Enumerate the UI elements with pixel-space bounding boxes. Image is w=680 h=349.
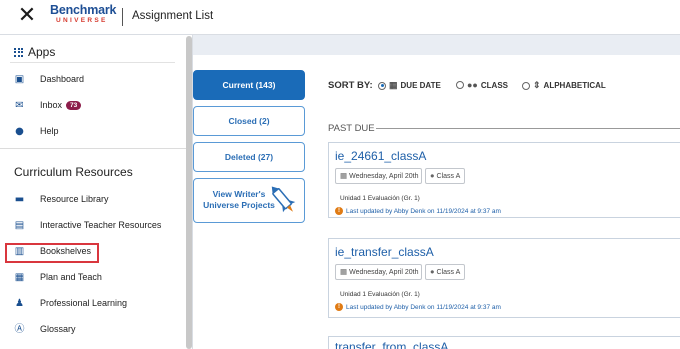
close-icon[interactable]: ✕ <box>16 5 38 27</box>
rocket-pencil-icon <box>271 186 296 213</box>
nav-interactive-teacher-resources[interactable]: ▤ Interactive Teacher Resources <box>14 217 162 233</box>
calendar-icon: ▦ <box>389 80 398 90</box>
due-date-text: Wednesday, April 20th <box>349 173 419 180</box>
assignment-card[interactable]: transfer_from_classA <box>328 336 680 349</box>
group-icon: ● <box>430 171 435 180</box>
sort-due-date-label: DUE DATE <box>400 81 441 90</box>
sort-class-label: CLASS <box>480 80 508 90</box>
nav-inbox[interactable]: ✉ Inbox 73 <box>14 97 82 113</box>
calendar-icon: ▦ <box>340 267 348 276</box>
class-text: Class A <box>436 173 461 180</box>
warning-icon: ! <box>335 303 343 311</box>
plan-teach-icon: ▦ <box>14 271 25 283</box>
glossary-icon: Ⓐ <box>14 323 25 335</box>
interactive-icon: ▤ <box>14 219 25 231</box>
apps-drawer: Apps ▣ Dashboard ✉ Inbox 73 ● Help Curri… <box>0 35 193 349</box>
nav-plan-teach-label: Plan and Teach <box>40 272 102 282</box>
due-date-text: Wednesday, April 20th <box>349 269 419 276</box>
past-due-heading: PAST DUE <box>328 123 375 134</box>
group-icon: ●● <box>467 80 478 90</box>
assignment-title-link[interactable]: transfer_from_classA <box>335 340 448 349</box>
sort-by-label: SORT BY: <box>328 80 373 91</box>
filter-current-button[interactable]: Current (143) <box>193 70 305 100</box>
class-chip: ● Class A <box>425 264 465 280</box>
inbox-count-badge: 73 <box>66 100 82 110</box>
last-updated: ! Last updated by Abby Denk on 11/19/2024… <box>335 207 501 215</box>
nav-resource-library[interactable]: ▬ Resource Library <box>14 191 109 207</box>
nav-glossary-label: Glossary <box>40 324 76 334</box>
sort-alpha-label: ALPHABETICAL <box>543 81 606 90</box>
apps-header: Apps <box>14 45 55 59</box>
group-icon: ● <box>430 267 435 276</box>
last-updated-text: Last updated by Abby Denk on 11/19/2024 … <box>346 303 501 311</box>
radio-class[interactable] <box>456 81 464 89</box>
sort-alpha-option[interactable]: ⇕ ALPHABETICAL <box>522 80 606 91</box>
sort-due-date-option[interactable]: ▦ DUE DATE <box>378 80 441 91</box>
bookshelves-highlight-box <box>5 243 99 263</box>
warning-icon: ! <box>335 207 343 215</box>
assignment-unit: Unidad 1 Evaluación (Gr. 1) <box>340 291 420 298</box>
benchmark-logo[interactable]: Benchmark UNIVERSE <box>50 3 117 30</box>
writers-universe-button[interactable]: View Writer's Universe Projects <box>193 178 305 223</box>
drawer-section-divider <box>0 148 186 149</box>
apps-divider <box>10 62 175 63</box>
header-divider <box>122 8 123 26</box>
due-date-chip: ▦ Wednesday, April 20th <box>335 264 422 280</box>
apps-grid-icon <box>14 47 23 57</box>
dashboard-icon: ▣ <box>14 73 25 85</box>
page-title: Assignment List <box>132 10 214 22</box>
nav-inbox-label: Inbox <box>40 100 63 110</box>
assignment-title-link[interactable]: ie_24661_classA <box>335 149 426 163</box>
help-icon: ● <box>15 125 24 137</box>
nav-interactive-label: Interactive Teacher Resources <box>40 220 162 230</box>
app-header: ✕ Benchmark UNIVERSE Assignment List <box>0 0 680 35</box>
nav-help-label: Help <box>40 126 59 136</box>
assignment-unit: Unidad 1 Evaluación (Gr. 1) <box>340 195 420 202</box>
nav-professional-learning-label: Professional Learning <box>40 298 128 308</box>
logo-main-text: Benchmark <box>50 3 117 17</box>
logo-sub-text: UNIVERSE <box>56 17 108 24</box>
nav-resource-library-label: Resource Library <box>40 194 109 204</box>
radio-due-date[interactable] <box>378 81 386 90</box>
due-date-chip: ▦ Wednesday, April 20th <box>335 168 422 184</box>
nav-glossary[interactable]: Ⓐ Glossary <box>14 321 76 337</box>
nav-help[interactable]: ● Help <box>14 123 59 139</box>
assignment-card[interactable]: ie_transfer_classA ▦ Wednesday, April 20t… <box>328 238 680 318</box>
filter-deleted-button[interactable]: Deleted (27) <box>193 142 305 172</box>
mail-icon: ✉ <box>15 99 24 111</box>
nav-professional-learning[interactable]: ♟ Professional Learning <box>14 295 127 311</box>
curriculum-resources-heading: Curriculum Resources <box>14 165 133 179</box>
teacher-icon: ♟ <box>15 297 24 309</box>
class-text: Class A <box>436 269 461 276</box>
nav-dashboard[interactable]: ▣ Dashboard <box>14 71 84 87</box>
calendar-icon: ▦ <box>340 171 348 180</box>
sort-arrows-icon: ⇕ <box>533 80 541 90</box>
class-chip: ● Class A <box>425 168 465 184</box>
nav-dashboard-label: Dashboard <box>40 74 85 84</box>
nav-plan-and-teach[interactable]: ▦ Plan and Teach <box>14 269 102 285</box>
last-updated: ! Last updated by Abby Denk on 11/19/2024… <box>335 303 501 311</box>
book-open-icon: ▬ <box>14 193 25 205</box>
past-due-divider <box>376 128 680 129</box>
assignment-card[interactable]: ie_24661_classA ▦ Wednesday, April 20th ●… <box>328 142 680 218</box>
last-updated-text: Last updated by Abby Denk on 11/19/2024 … <box>346 207 501 215</box>
apps-title: Apps <box>28 45 56 59</box>
sort-class-option[interactable]: ●● CLASS <box>456 80 508 90</box>
drawer-scrollbar[interactable] <box>186 36 192 349</box>
filter-closed-button[interactable]: Closed (2) <box>193 106 305 136</box>
writers-universe-label: View Writer's Universe Projects <box>203 189 275 210</box>
assignment-title-link[interactable]: ie_transfer_classA <box>335 245 434 259</box>
radio-alphabetical[interactable] <box>522 81 530 90</box>
